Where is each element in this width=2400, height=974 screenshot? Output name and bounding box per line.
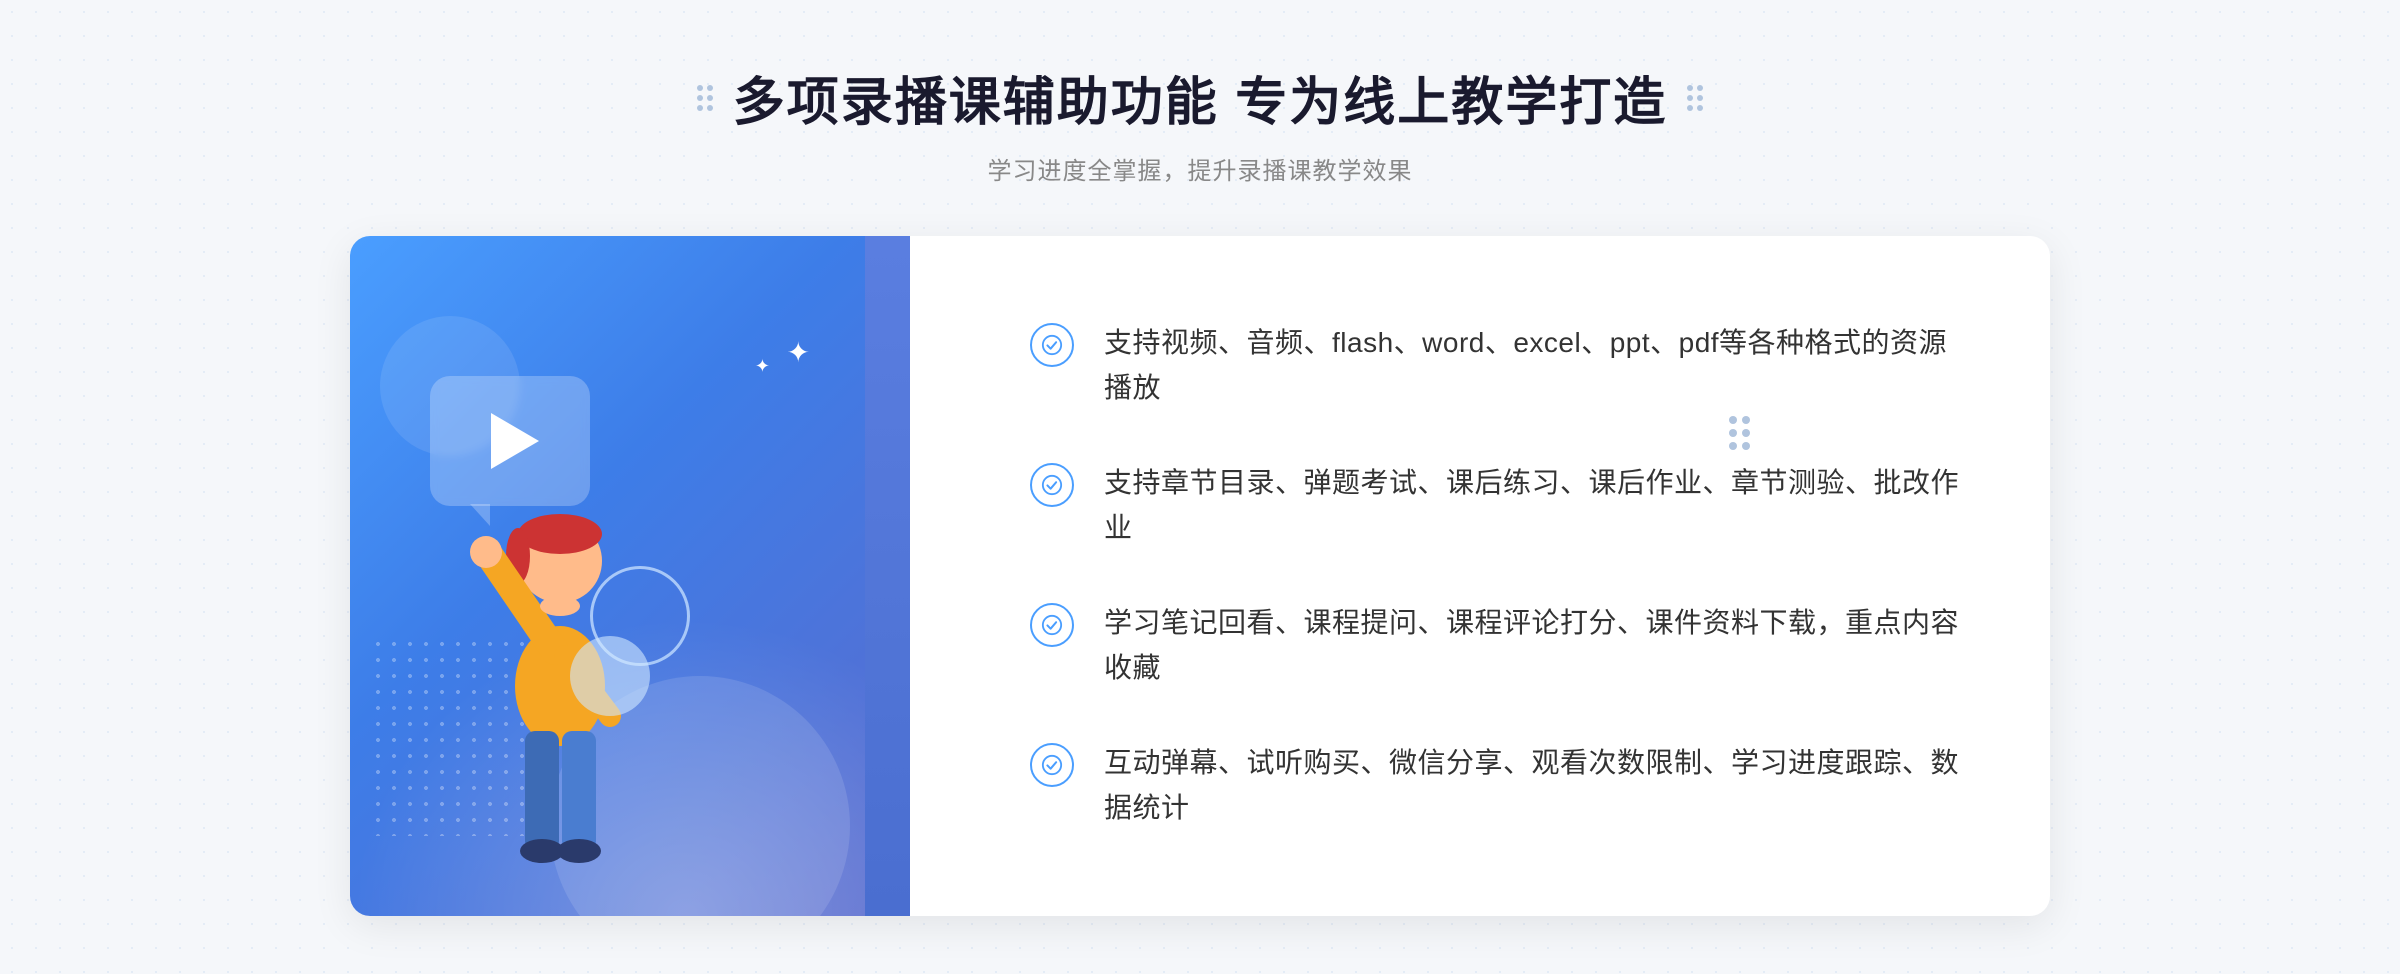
header-section: 多项录播课辅助功能 专为线上教学打造 学习进度全掌握，提升录播课教学效果 [697,60,1703,186]
check-icon-2 [1030,463,1074,507]
check-icon-4 [1030,743,1074,787]
feature-item-2: 支持章节目录、弹题考试、课后练习、课后作业、章节测验、批改作业 [1030,441,1970,571]
features-area: 支持视频、音频、flash、word、excel、ppt、pdf等各种格式的资源… [910,236,2050,916]
feature-item-1: 支持视频、音频、flash、word、excel、ppt、pdf等各种格式的资源… [1030,301,1970,431]
check-icon-1 [1030,323,1074,367]
feature-text-4: 互动弹幕、试听购买、微信分享、观看次数限制、学习进度跟踪、数据统计 [1104,741,1970,831]
feature-item-4: 互动弹幕、试听购买、微信分享、观看次数限制、学习进度跟踪、数据统计 [1030,721,1970,851]
feature-text-2: 支持章节目录、弹题考试、课后练习、课后作业、章节测验、批改作业 [1104,461,1970,551]
page-subtitle: 学习进度全掌握，提升录播课教学效果 [697,151,1703,186]
feature-text-1: 支持视频、音频、flash、word、excel、ppt、pdf等各种格式的资源… [1104,321,1970,411]
title-row: 多项录播课辅助功能 专为线上教学打造 [697,60,1703,135]
right-decoration-dots [1687,85,1703,111]
stripe-panel [865,236,910,916]
check-icon-3 [1030,603,1074,647]
left-decoration-dots [697,85,713,111]
left-circle-decoration [570,566,690,716]
feature-text-3: 学习笔记回看、课程提问、课程评论打分、课件资料下载，重点内容收藏 [1104,601,1970,691]
page-title: 多项录播课辅助功能 专为线上教学打造 [733,60,1667,135]
sparkle-decoration-2: ✦ [755,356,770,377]
sparkle-decoration-1: ✦ [787,336,810,369]
feature-item-3: 学习笔记回看、课程提问、课程评论打分、课件资料下载，重点内容收藏 [1030,581,1970,711]
right-dot-grid [1729,416,1750,450]
page-container: 多项录播课辅助功能 专为线上教学打造 学习进度全掌握，提升录播课教学效果 » [0,0,2400,916]
